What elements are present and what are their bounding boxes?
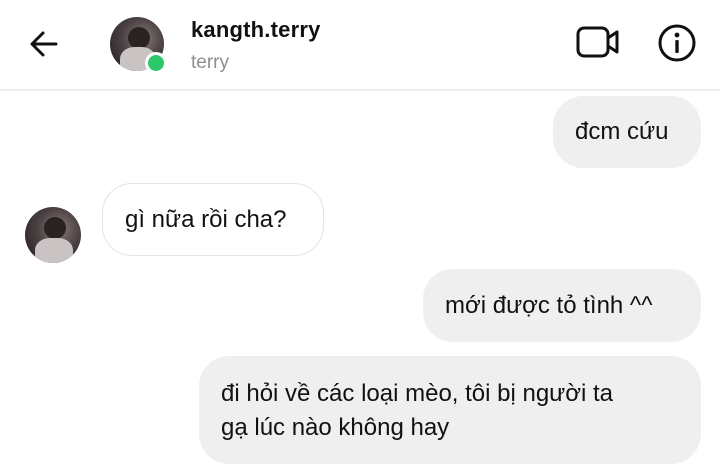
contact-username[interactable]: kangth.terry bbox=[191, 17, 321, 43]
info-icon bbox=[658, 24, 696, 62]
arrow-left-icon bbox=[30, 31, 58, 57]
sender-avatar[interactable] bbox=[25, 207, 81, 263]
message-text: đcm cứu bbox=[575, 118, 669, 145]
video-camera-icon bbox=[576, 26, 619, 58]
chat-header: kangth.terry terry bbox=[0, 0, 720, 91]
message-bubble-incoming[interactable]: gì nữa rồi cha? bbox=[102, 183, 324, 256]
message-text: gì nữa rồi cha? bbox=[125, 205, 287, 233]
message-line: gạ lúc nào không hay bbox=[221, 414, 450, 441]
online-status-indicator bbox=[145, 52, 167, 74]
message-bubble-outgoing[interactable]: mới được tỏ tình ^^ bbox=[423, 269, 701, 342]
video-call-button[interactable] bbox=[575, 22, 621, 62]
conversation-info-button[interactable] bbox=[656, 22, 698, 64]
message-text: mới được tỏ tình ^^ bbox=[445, 291, 653, 319]
message-bubble-outgoing[interactable]: đi hỏi về các loại mèo, tôi bị người ta … bbox=[199, 356, 701, 464]
contact-display-name: terry bbox=[191, 52, 229, 73]
message-line: đi hỏi về các loại mèo, tôi bị người ta bbox=[221, 380, 614, 407]
message-bubble-outgoing[interactable]: đcm cứu bbox=[553, 96, 701, 168]
back-button[interactable] bbox=[26, 26, 62, 62]
message-text: đi hỏi về các loại mèo, tôi bị người ta … bbox=[221, 377, 613, 445]
contact-avatar[interactable] bbox=[110, 17, 167, 74]
